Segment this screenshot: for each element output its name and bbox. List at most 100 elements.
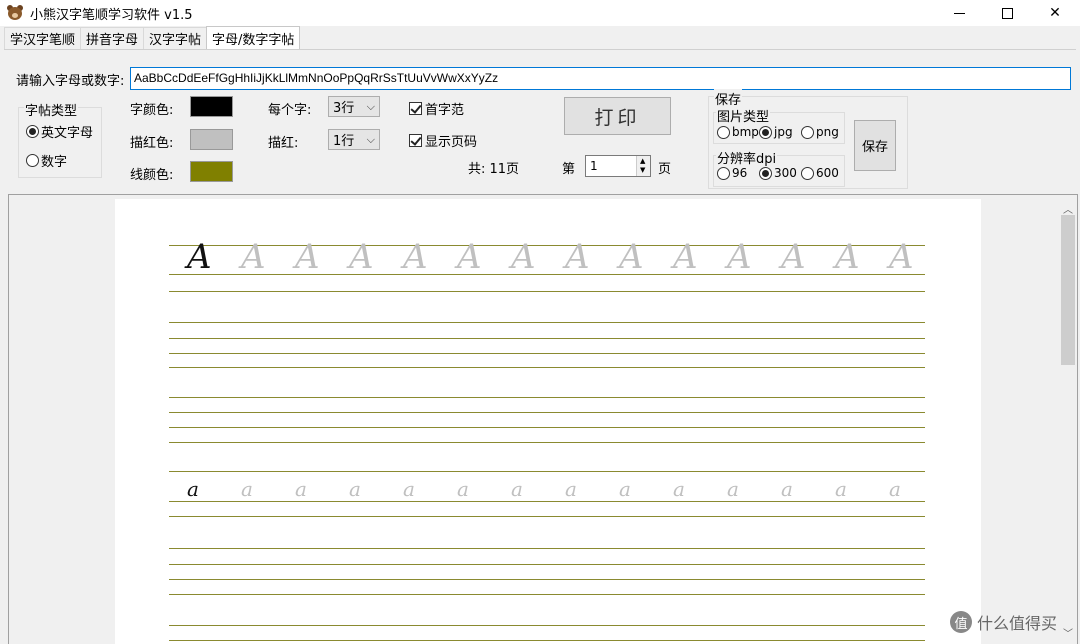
first-model-checkbox[interactable]: 首字范	[409, 99, 464, 118]
trace-rows-select[interactable]: 1行 ⌵	[328, 129, 380, 150]
letters-input[interactable]: AaBbCcDdEeFfGgHhIiJjKkLlMmNnOoPpQqRrSsTt…	[130, 67, 1071, 90]
trace-letter: a	[457, 477, 469, 501]
checkbox-box	[409, 134, 422, 147]
watermark-text: 什么值得买	[977, 614, 1058, 633]
page-suffix: 页	[658, 162, 672, 177]
bear-app-icon	[6, 4, 24, 22]
print-button[interactable]: 打印	[564, 97, 671, 135]
ruled-line	[169, 427, 925, 428]
window-title: 小熊汉字笔顺学习软件 v1.5	[30, 7, 193, 23]
trace-color-label: 描红色:	[130, 136, 174, 151]
total-pages: 共: 11页	[468, 162, 520, 177]
trace-color-swatch[interactable]	[190, 129, 233, 150]
ruled-line	[169, 442, 925, 443]
watermark-logo-icon: 值	[950, 611, 972, 633]
input-label: 请输入字母或数字:	[16, 74, 125, 89]
close-button[interactable]: ✕	[1032, 0, 1078, 26]
tab-pinyin[interactable]: 拼音字母	[80, 27, 145, 49]
save-button[interactable]: 保存	[854, 120, 896, 171]
tab-hanzi-copybook[interactable]: 汉字字帖	[143, 27, 208, 49]
trace-letter: A	[781, 237, 806, 277]
ruled-line	[169, 516, 925, 517]
trace-letter: a	[673, 477, 685, 501]
trace-letter: a	[349, 477, 361, 501]
radio-dpi-600[interactable]: 600	[801, 166, 839, 180]
checkbox-box	[409, 102, 422, 115]
radio-dpi-300[interactable]: 300	[759, 166, 797, 180]
ruled-line	[169, 471, 925, 472]
tab-letter-number-copybook[interactable]: 字母/数字字帖	[206, 26, 301, 49]
ruled-line	[169, 548, 925, 549]
radio-letters[interactable]: 英文字母	[26, 122, 93, 141]
line-color-swatch[interactable]	[190, 161, 233, 182]
trace-letter: a	[781, 477, 793, 501]
ruled-line	[169, 501, 925, 502]
show-page-checkbox[interactable]: 显示页码	[409, 131, 477, 150]
scroll-down-icon[interactable]: ﹀	[1063, 625, 1073, 640]
trace-letter: A	[673, 237, 698, 277]
trace-letter: A	[349, 237, 374, 277]
trace-letter: A	[403, 237, 428, 277]
ruled-line	[169, 245, 925, 246]
trace-letter: A	[295, 237, 320, 277]
trace-letter: A	[241, 237, 266, 277]
vertical-scrollbar[interactable]: ︿ ﹀	[1058, 195, 1077, 644]
ruled-line	[169, 291, 925, 292]
radio-bmp[interactable]: bmp	[717, 125, 759, 139]
maximize-button[interactable]	[984, 0, 1030, 26]
spinner-arrows[interactable]: ▲ ▼	[636, 156, 650, 176]
ruled-line	[169, 322, 925, 323]
trace-letter: a	[619, 477, 631, 501]
copybook-type-title: 字帖类型	[24, 100, 79, 119]
trace-letter: a	[295, 477, 307, 501]
radio-dpi-96[interactable]: 96	[717, 166, 747, 180]
ruled-line	[169, 594, 925, 595]
trace-letter: a	[889, 477, 901, 501]
ruled-line	[169, 625, 925, 626]
trace-letter: A	[511, 237, 536, 277]
arrow-down-icon[interactable]: ▼	[640, 167, 645, 174]
chevron-down-icon: ⌵	[366, 100, 375, 113]
ruled-line	[169, 579, 925, 580]
image-type-title: 图片类型	[716, 106, 771, 125]
model-letter: A	[187, 237, 212, 277]
trace-letter: a	[835, 477, 847, 501]
ruled-line	[169, 274, 925, 275]
watermark: 值 什么值得买	[950, 610, 1057, 634]
char-color-swatch[interactable]	[190, 96, 233, 117]
title-bar[interactable]: 小熊汉字笔顺学习软件 v1.5 ✕	[0, 0, 1080, 26]
ruled-line	[169, 338, 925, 339]
minimize-button[interactable]	[936, 0, 982, 26]
maximize-icon	[1001, 7, 1013, 19]
trace-letter: A	[457, 237, 482, 277]
copybook-preview[interactable]: AAAAAAAAAAAAAAaaaaaaaaaaaaaa ︿ ﹀	[8, 194, 1078, 644]
page-prefix: 第	[562, 162, 576, 177]
scroll-up-icon[interactable]: ︿	[1063, 201, 1073, 216]
trace-letter: a	[241, 477, 253, 501]
ruled-line	[169, 564, 925, 565]
chevron-down-icon: ⌵	[366, 133, 375, 146]
page-number-spinner[interactable]: 1 ▲ ▼	[585, 155, 651, 177]
radio-dot	[26, 154, 39, 167]
arrow-up-icon[interactable]: ▲	[640, 158, 645, 165]
radio-dot	[26, 125, 39, 138]
line-color-label: 线颜色:	[130, 168, 174, 183]
radio-jpg[interactable]: jpg	[759, 125, 793, 139]
model-letter: a	[187, 477, 199, 501]
radio-numbers[interactable]: 数字	[26, 151, 67, 170]
trace-letter: a	[727, 477, 739, 501]
trace-letter: A	[565, 237, 590, 277]
tab-stroke-order[interactable]: 学汉字笔顺	[4, 27, 82, 49]
settings-panel: 请输入字母或数字: AaBbCcDdEeFfGgHhIiJjKkLlMmNnOo…	[4, 49, 1076, 191]
ruled-line	[169, 397, 925, 398]
trace-letter: a	[403, 477, 415, 501]
close-icon: ✕	[1049, 5, 1061, 21]
ruled-line	[169, 640, 925, 641]
copybook-page: AAAAAAAAAAAAAAaaaaaaaaaaaaaa	[115, 199, 981, 644]
per-char-select[interactable]: 3行 ⌵	[328, 96, 380, 117]
scroll-thumb[interactable]	[1061, 215, 1075, 365]
tab-strip: 学汉字笔顺 拼音字母 汉字字帖 字母/数字字帖	[4, 26, 301, 49]
radio-png[interactable]: png	[801, 125, 839, 139]
per-char-label: 每个字:	[268, 103, 312, 118]
dpi-title: 分辨率dpi	[716, 148, 778, 167]
